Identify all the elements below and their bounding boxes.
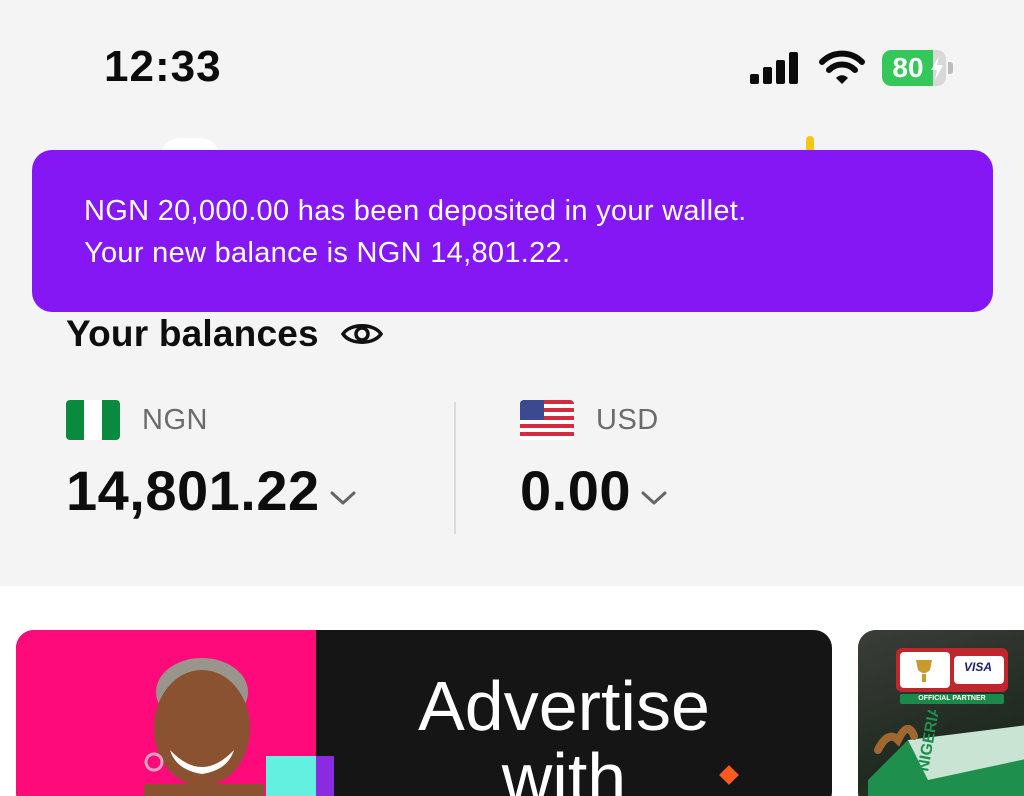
battery-level: 80 [892, 52, 924, 83]
status-time: 12:33 [104, 42, 222, 91]
ad-headline: Advertise with [418, 667, 710, 796]
currency-label-usd: USD [596, 404, 659, 436]
balances-title: Your balances [66, 313, 319, 354]
balance-amount-usd: 0.00 [520, 459, 631, 522]
advertise-banner[interactable]: Advertise with [16, 630, 832, 796]
ad-person-image [144, 658, 264, 796]
us-flag-icon [520, 400, 574, 440]
visa-logo: VISA [963, 660, 992, 674]
balance-amount-ngn: 14,801.22 [66, 459, 320, 522]
ad-decor-square [316, 756, 334, 796]
nigeria-scarf-image: NIGERIA [868, 710, 1024, 796]
charging-bolt-icon [931, 56, 943, 80]
status-bar: 12:33 80 [0, 0, 1024, 130]
divider [454, 402, 456, 534]
nigeria-flag-icon [66, 400, 120, 440]
eye-icon[interactable] [340, 319, 383, 349]
chevron-down-icon[interactable] [639, 488, 669, 508]
wifi-icon [819, 50, 865, 84]
official-partner-label: OFFICIAL PARTNER [900, 694, 1004, 704]
balances-header: Your balances [66, 310, 383, 358]
battery-cap [948, 62, 953, 74]
afcon-banner[interactable]: VISA OFFICIAL PARTNER NIGERIA [858, 630, 1024, 796]
battery-indicator: 80 [882, 50, 954, 86]
toast-line-1: NGN 20,000.00 has been deposited in your… [84, 195, 747, 227]
chevron-down-icon[interactable] [328, 488, 358, 508]
currency-label-ngn: NGN [142, 404, 208, 436]
ad-decor-square [266, 756, 316, 796]
deposit-toast[interactable]: NGN 20,000.00 has been deposited in your… [32, 150, 993, 312]
cellular-signal-icon [750, 52, 798, 84]
toast-line-2: Your new balance is NGN 14,801.22. [84, 237, 571, 269]
